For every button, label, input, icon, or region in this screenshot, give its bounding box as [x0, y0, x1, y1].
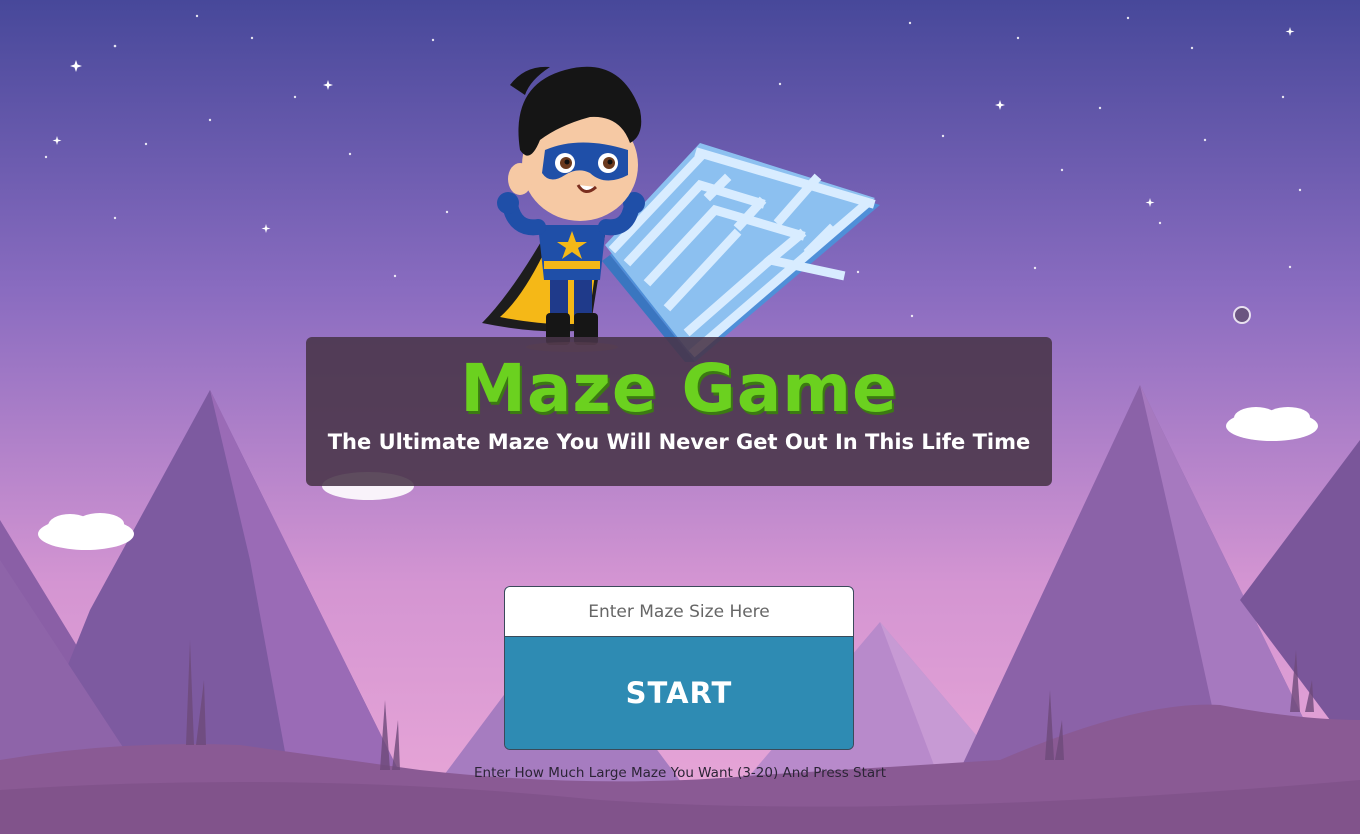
- game-start-screen: Maze Game The Ultimate Maze You Will Nev…: [0, 0, 1360, 834]
- start-button[interactable]: START: [505, 637, 853, 749]
- title-panel: Maze Game The Ultimate Maze You Will Nev…: [306, 337, 1052, 486]
- maze-size-form: START: [504, 586, 854, 750]
- maze-size-input[interactable]: [505, 587, 853, 637]
- game-title: Maze Game: [460, 350, 898, 427]
- game-subtitle: The Ultimate Maze You Will Never Get Out…: [327, 430, 1031, 454]
- cloud-right: [1226, 407, 1318, 441]
- isometric-maze-icon: [602, 143, 880, 362]
- instructions-hint: Enter How Much Large Maze You Want (3-20…: [474, 765, 886, 781]
- hero-and-maze-illustration: [482, 66, 880, 362]
- superhero-kid-illustration: [482, 66, 645, 352]
- cursor-dot-icon: [1233, 306, 1251, 324]
